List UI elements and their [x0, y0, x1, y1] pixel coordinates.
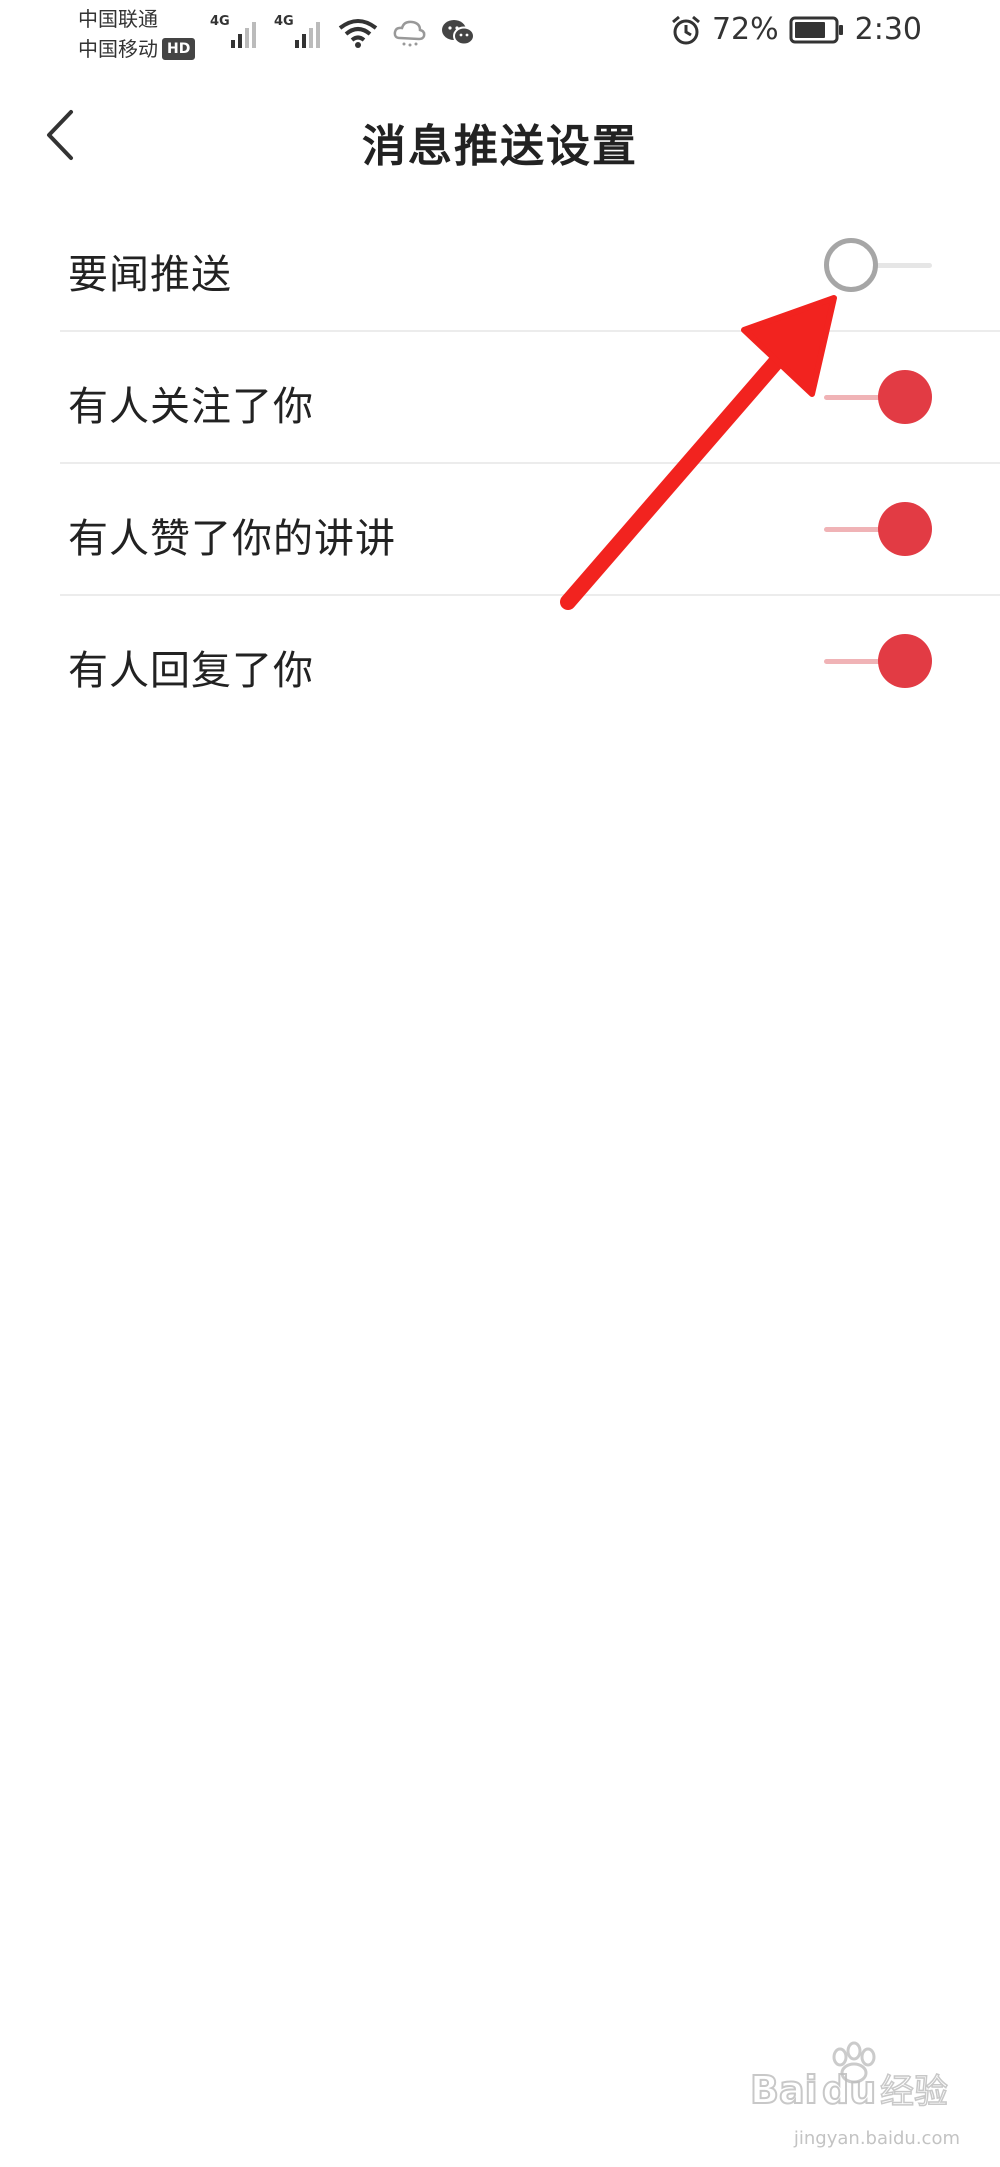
svg-text:Bai: Bai — [750, 2068, 818, 2112]
svg-text:经验: 经验 — [880, 2072, 948, 2112]
signal-indicators: 4G 4G — [210, 14, 476, 48]
toggle-knob — [878, 502, 932, 556]
signal-bars-icon — [231, 22, 256, 48]
battery-percent: 72% — [711, 12, 779, 47]
news-push-toggle[interactable] — [824, 238, 932, 294]
toggle-knob — [878, 634, 932, 688]
carrier-2: 中国移动 — [78, 37, 158, 61]
signal-1: 4G — [210, 14, 260, 48]
network-type-2: 4G — [274, 14, 294, 29]
page-title: 消息推送设置 — [362, 121, 638, 172]
watermark-url: jingyan.baidu.com — [793, 2128, 960, 2149]
cloud-icon — [393, 20, 426, 47]
signal-bars-icon — [295, 22, 320, 48]
wechat-icon — [442, 20, 475, 46]
signal-2: 4G — [274, 14, 324, 48]
clock-time: 2:30 — [854, 12, 922, 47]
status-right: 72% 2:30 — [670, 12, 922, 47]
setting-label: 要闻推送 — [68, 252, 232, 298]
setting-label: 有人回复了你 — [68, 648, 314, 694]
wifi-icon — [338, 19, 378, 48]
carrier-1: 中国联通 — [78, 7, 158, 31]
page-header: 消息推送设置 — [0, 70, 1000, 200]
network-type-1: 4G — [210, 14, 230, 29]
baidu-watermark-logo-icon: Bai du 经验 — [749, 2041, 949, 2113]
alarm-icon — [671, 15, 700, 44]
setting-label: 有人赞了你的讲讲 — [68, 516, 396, 562]
setting-label: 有人关注了你 — [68, 384, 314, 430]
hd-badge: HD — [162, 38, 196, 60]
carrier-info: 中国联通 中国移动 HD — [78, 4, 196, 64]
toggle-knob — [878, 370, 932, 424]
toggle-knob — [824, 238, 878, 292]
annotation-arrow-icon — [560, 295, 837, 610]
svg-text:du: du — [822, 2068, 876, 2112]
status-bar: 中国联通 中国移动 HD 4G 4G 72% 2:30 — [0, 0, 1000, 70]
replies-toggle[interactable] — [824, 634, 932, 690]
battery-icon — [789, 16, 843, 43]
